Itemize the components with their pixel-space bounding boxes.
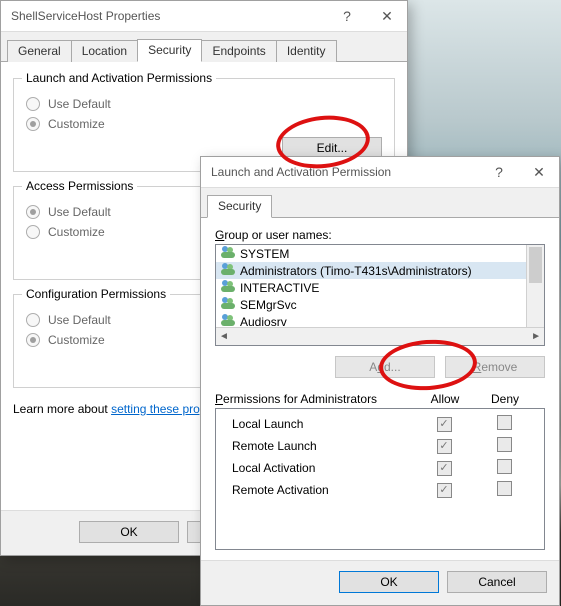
permissions-header: Permissions for Administrators Allow Den… [215,390,545,408]
scroll-left-icon[interactable]: ◄ [219,331,229,342]
access-group-title: Access Permissions [22,179,137,193]
radio-icon [26,313,40,327]
permission-name: Local Activation [232,461,414,475]
dlg1-titlebar: ShellServiceHost Properties ? ✕ [1,1,407,32]
listbox-vscrollbar[interactable] [526,245,544,328]
launch-customize-label: Customize [48,117,105,131]
user-listbox[interactable]: SYSTEM Administrators (Timo-T431s\Adminis… [215,244,545,346]
radio-icon [26,333,40,347]
user-name: INTERACTIVE [240,281,319,295]
user-list-item[interactable]: Audiosrv [216,313,527,328]
permission-row: Remote Activation [216,479,544,501]
config-group-title: Configuration Permissions [22,287,170,301]
dlg2-tabstrip: Security [201,188,559,218]
group-names-label: Group or user names: [215,228,545,242]
permission-name: Local Launch [232,417,414,431]
launch-use-default-row[interactable]: Use Default [26,97,382,111]
dlg2-close-button[interactable]: ✕ [519,157,559,187]
learn-prefix: Learn more about [13,402,111,416]
dlg1-ok-button[interactable]: OK [79,521,179,543]
allow-checkbox[interactable] [437,483,452,498]
radio-icon [26,205,40,219]
users-group-icon [220,262,236,279]
config-customize-label: Customize [48,333,105,347]
tab-security[interactable]: Security [137,39,202,62]
listbox-hscrollbar[interactable]: ◄ ► [216,327,544,345]
user-list-item[interactable]: Administrators (Timo-T431s\Administrator… [216,262,527,279]
dlg2-title: Launch and Activation Permission [211,165,479,179]
allow-checkbox[interactable] [437,461,452,476]
users-group-icon [220,313,236,328]
user-list-item[interactable]: SYSTEM [216,245,527,262]
add-button[interactable]: Add... [335,356,435,378]
dlg1-help-button[interactable]: ? [327,1,367,31]
launch-customize-row[interactable]: Customize [26,117,382,131]
dlg2-ok-button[interactable]: OK [339,571,439,593]
launch-use-default-label: Use Default [48,97,111,111]
deny-checkbox[interactable] [497,481,512,496]
user-name: SEMgrSvc [240,298,297,312]
user-list-item[interactable]: SEMgrSvc [216,296,527,313]
tab-general[interactable]: General [7,40,72,62]
users-group-icon [220,245,236,262]
remove-button[interactable]: Remove [445,356,545,378]
users-group-icon [220,279,236,296]
user-list-item[interactable]: INTERACTIVE [216,279,527,296]
scroll-right-icon[interactable]: ► [531,331,541,342]
user-name: Administrators (Timo-T431s\Administrator… [240,264,472,278]
config-use-default-label: Use Default [48,313,111,327]
deny-checkbox[interactable] [497,415,512,430]
access-customize-label: Customize [48,225,105,239]
dlg2-titlebar: Launch and Activation Permission ? ✕ [201,157,559,188]
radio-icon [26,225,40,239]
dlg2-help-button[interactable]: ? [479,157,519,187]
col-allow: Allow [415,392,475,406]
access-use-default-label: Use Default [48,205,111,219]
tab-endpoints[interactable]: Endpoints [201,40,276,62]
dlg1-title: ShellServiceHost Properties [11,9,327,23]
dlg1-tabstrip: General Location Security Endpoints Iden… [1,32,407,62]
dlg2-cancel-button[interactable]: Cancel [447,571,547,593]
permission-name: Remote Launch [232,439,414,453]
user-name: SYSTEM [240,247,289,261]
radio-icon [26,97,40,111]
permissions-table: Local Launch Remote Launch Local Activatio… [215,408,545,550]
deny-checkbox[interactable] [497,437,512,452]
dlg2-tab-security[interactable]: Security [207,195,272,218]
col-deny: Deny [475,392,535,406]
dlg2-tabbody: Group or user names: SYSTEM Administrator… [201,218,559,560]
radio-icon [26,117,40,131]
permission-row: Local Activation [216,457,544,479]
permission-name: Remote Activation [232,483,414,497]
allow-checkbox[interactable] [437,417,452,432]
dlg1-close-button[interactable]: ✕ [367,1,407,31]
tab-identity[interactable]: Identity [276,40,337,62]
tab-location[interactable]: Location [71,40,138,62]
allow-checkbox[interactable] [437,439,452,454]
permission-row: Remote Launch [216,435,544,457]
launch-activation-permission-dialog: Launch and Activation Permission ? ✕ Sec… [200,156,560,606]
users-group-icon [220,296,236,313]
deny-checkbox[interactable] [497,459,512,474]
dlg2-footer: OK Cancel [201,560,559,605]
permission-row: Local Launch [216,413,544,435]
launch-group-title: Launch and Activation Permissions [22,71,216,85]
desktop-background: ShellServiceHost Properties ? ✕ General … [0,0,561,606]
user-name: Audiosrv [240,315,287,329]
